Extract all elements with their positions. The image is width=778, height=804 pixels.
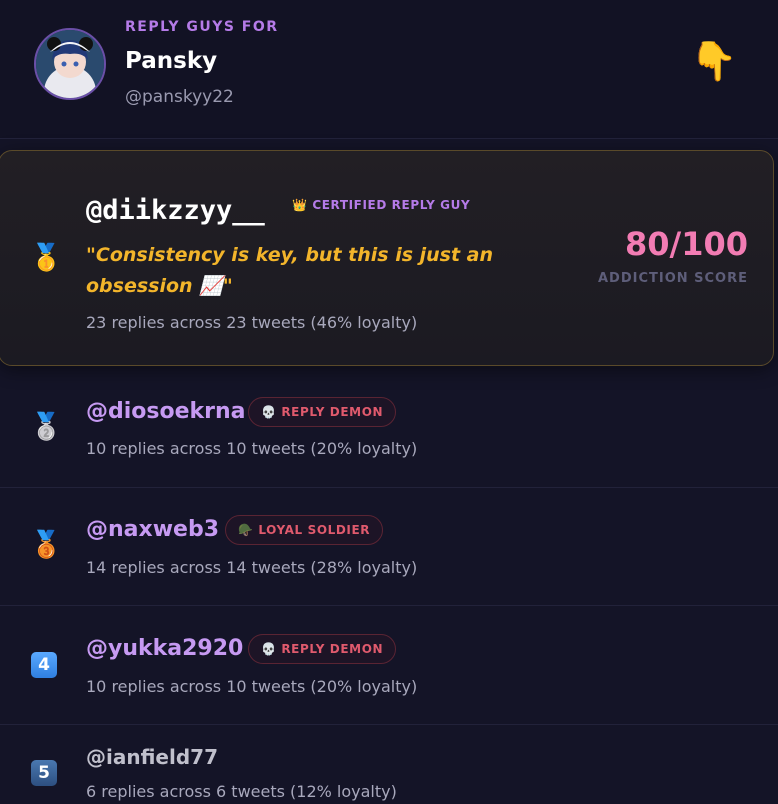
keycap-5-icon: 5 xyxy=(31,760,57,786)
username[interactable]: @yukka2920 xyxy=(86,636,243,661)
addiction-score-label: ADDICTION SCORE xyxy=(597,271,748,286)
avatar-image xyxy=(36,30,104,98)
badge-label: LOYAL SOLDIER xyxy=(258,523,371,537)
stats-text: 23 replies across 23 tweets (46% loyalty… xyxy=(86,313,418,332)
loyal-soldier-badge: 🪖 LOYAL SOLDIER xyxy=(225,515,384,545)
stats-text: 6 replies across 6 tweets (12% loyalty) xyxy=(86,782,397,801)
username[interactable]: @diosoekrna xyxy=(86,399,246,424)
addiction-score: 80/100 xyxy=(624,225,748,263)
badge-label: REPLY DEMON xyxy=(281,642,384,656)
bronze-medal-icon: 🥉 xyxy=(30,530,63,560)
list-item[interactable] xyxy=(0,487,778,606)
keycap-4-icon: 4 xyxy=(31,652,57,678)
list-item[interactable] xyxy=(0,368,778,486)
stats-text: 10 replies across 10 tweets (20% loyalty… xyxy=(86,439,418,458)
top-username[interactable]: @diikzzyy__ xyxy=(86,195,265,226)
username[interactable]: @naxweb3 xyxy=(86,517,219,542)
stats-text: 10 replies across 10 tweets (20% loyalty… xyxy=(86,677,418,696)
profile-name: Pansky xyxy=(125,48,218,74)
badge-label: CERTIFIED REPLY GUY xyxy=(312,198,471,212)
header-eyebrow: REPLY GUYS FOR xyxy=(125,19,279,35)
crown-icon: 👑 xyxy=(292,198,308,212)
reply-demon-badge: 💀 REPLY DEMON xyxy=(248,397,397,427)
reply-demon-badge: 💀 REPLY DEMON xyxy=(248,634,397,664)
gold-medal-icon: 🥇 xyxy=(30,243,63,273)
pointing-down-icon: 👇 xyxy=(690,39,738,83)
header: REPLY GUYS FOR Pansky @panskyy22 👇 xyxy=(0,0,778,139)
silver-medal-icon: 🥈 xyxy=(30,412,63,442)
stats-text: 14 replies across 14 tweets (28% loyalty… xyxy=(86,558,418,577)
skull-icon: 💀 xyxy=(261,405,277,419)
skull-icon: 💀 xyxy=(261,642,277,656)
username[interactable]: @ianfield77 xyxy=(86,745,218,769)
certified-badge: 👑 CERTIFIED REPLY GUY xyxy=(292,198,470,212)
profile-handle[interactable]: @panskyy22 xyxy=(125,87,234,107)
badge-label: REPLY DEMON xyxy=(281,405,384,419)
avatar[interactable] xyxy=(34,28,106,100)
quote: "Consistency is key, but this is just an… xyxy=(86,244,494,297)
helmet-icon: 🪖 xyxy=(238,523,254,537)
list-item[interactable] xyxy=(0,605,778,724)
